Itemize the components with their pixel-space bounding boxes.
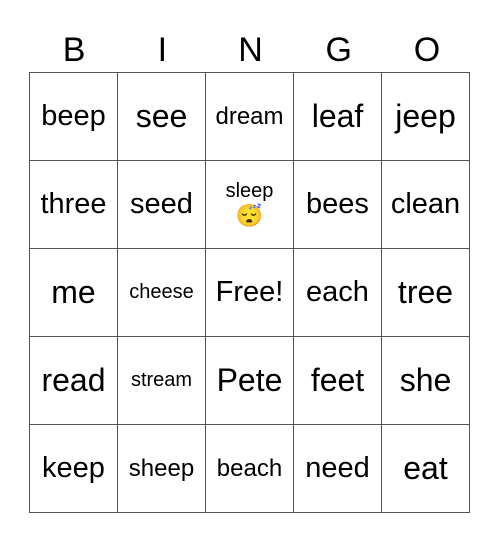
bingo-cell[interactable]: cheese: [117, 248, 206, 337]
bingo-cell[interactable]: bees: [293, 160, 382, 249]
bingo-cell[interactable]: dream: [205, 72, 294, 161]
bingo-cell[interactable]: keep: [29, 424, 118, 513]
bingo-cell[interactable]: three: [29, 160, 118, 249]
cell-word: seed: [130, 188, 193, 221]
cell-word: feet: [310, 361, 365, 398]
cell-word: keep: [42, 452, 105, 485]
header-letter: N: [238, 31, 263, 69]
cell-word: three: [40, 188, 107, 221]
bingo-cell[interactable]: tree: [381, 248, 470, 337]
header-letter: G: [325, 31, 352, 69]
header-letter: I: [157, 31, 168, 69]
cell-word: leaf: [311, 97, 364, 134]
bingo-row: keep sheep beach need eat: [29, 424, 470, 513]
cell-word: sleep: [225, 180, 274, 203]
bingo-cell[interactable]: beach: [205, 424, 294, 513]
bingo-grid: beep see dream leaf jeep three seed sleep 😴 bees c…: [29, 72, 470, 513]
bingo-cell[interactable]: eat: [381, 424, 470, 513]
cell-word: cheese: [129, 281, 194, 303]
bingo-cell[interactable]: Free!: [205, 248, 294, 337]
cell-word: me: [51, 273, 96, 310]
header-letter: B: [62, 31, 86, 69]
bingo-cell[interactable]: sleep 😴: [205, 160, 294, 249]
cell-word: beach: [216, 454, 283, 482]
bingo-row: beep see dream leaf jeep: [29, 72, 470, 161]
cell-word: she: [399, 361, 452, 398]
bingo-cell[interactable]: need: [293, 424, 382, 513]
cell-word: each: [306, 276, 369, 309]
bingo-row: me cheese Free! each tree: [29, 248, 470, 337]
bingo-cell[interactable]: sheep: [117, 424, 206, 513]
cell-word: jeep: [395, 97, 456, 134]
cell-word: sheep: [128, 454, 195, 482]
bingo-row: three seed sleep 😴 bees clean: [29, 160, 470, 249]
bingo-row: read stream Pete feet she: [29, 336, 470, 425]
cell-word: eat: [403, 449, 448, 486]
bingo-cell[interactable]: she: [381, 336, 470, 425]
bingo-cell[interactable]: see: [117, 72, 206, 161]
bingo-cell[interactable]: feet: [293, 336, 382, 425]
bingo-cell[interactable]: leaf: [293, 72, 382, 161]
bingo-cell[interactable]: me: [29, 248, 118, 337]
header-letter: O: [413, 31, 441, 69]
bingo-cell[interactable]: read: [29, 336, 118, 425]
bingo-cell[interactable]: jeep: [381, 72, 470, 161]
cell-word: read: [41, 361, 106, 398]
cell-word: dream: [215, 102, 284, 130]
cell-word: clean: [390, 188, 461, 221]
bingo-header: B I N G O: [30, 28, 471, 72]
cell-word: beep: [41, 100, 106, 133]
sleeping-face-icon: 😴: [235, 203, 264, 229]
cell-word: stream: [130, 369, 193, 391]
bingo-cell[interactable]: each: [293, 248, 382, 337]
bingo-cell[interactable]: seed: [117, 160, 206, 249]
cell-word: tree: [397, 273, 454, 310]
bingo-cell[interactable]: clean: [381, 160, 470, 249]
cell-word: Free!: [215, 276, 284, 309]
cell-word: bees: [306, 188, 369, 221]
cell-word: Pete: [216, 361, 283, 398]
bingo-cell[interactable]: Pete: [205, 336, 294, 425]
bingo-cell[interactable]: beep: [29, 72, 118, 161]
cell-word: need: [305, 452, 370, 485]
cell-word: see: [135, 97, 188, 134]
bingo-cell[interactable]: stream: [117, 336, 206, 425]
